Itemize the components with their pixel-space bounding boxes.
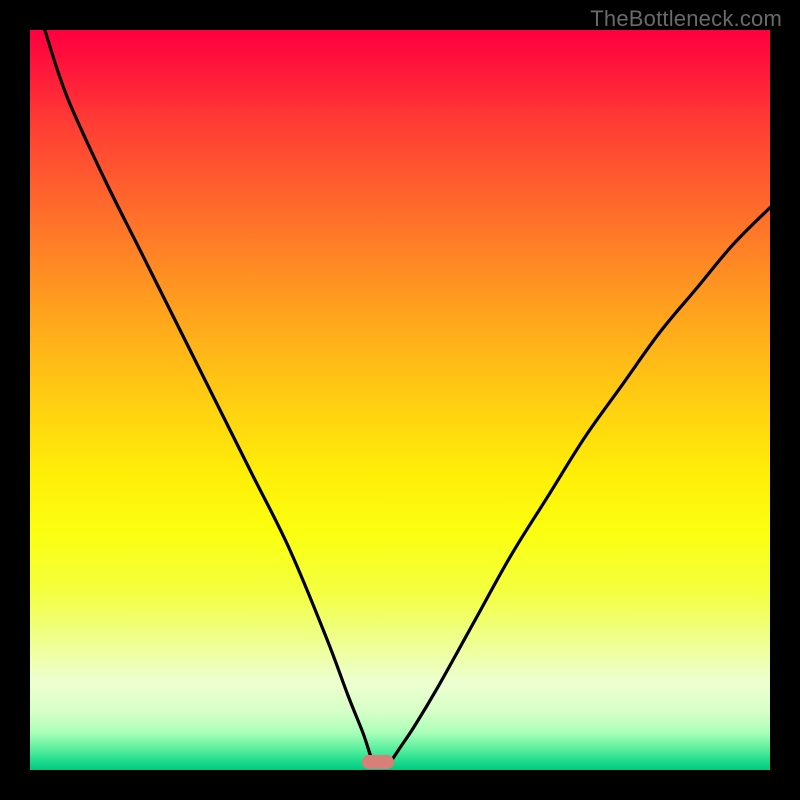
optimal-marker	[362, 755, 394, 769]
plot-area	[30, 30, 770, 770]
watermark-text: TheBottleneck.com	[590, 6, 782, 32]
chart-frame: TheBottleneck.com	[0, 0, 800, 800]
bottleneck-curve	[30, 30, 770, 770]
